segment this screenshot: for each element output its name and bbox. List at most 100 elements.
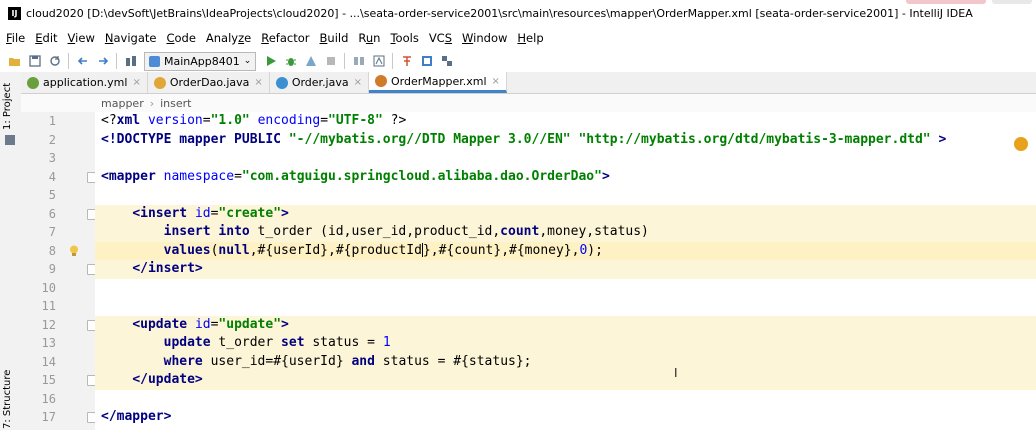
- line-number: 16: [41, 391, 56, 406]
- editor-tabs: application.yml × OrderDao.java × Order.java…: [21, 72, 1036, 94]
- code-line-1: <?xml version="1.0" encoding="UTF-8" ?>: [101, 113, 407, 128]
- window-title: cloud2020 [D:\devSoft\JetBrains\IdeaProj…: [26, 6, 973, 20]
- mouse-cursor-icon: I: [674, 366, 678, 380]
- menu-run[interactable]: Run: [358, 31, 380, 45]
- toolbar-separator: [116, 53, 117, 69]
- breadcrumb-item[interactable]: mapper: [101, 97, 144, 110]
- toolbar-separator: [392, 53, 394, 69]
- line-number: 6: [48, 206, 56, 221]
- highlight-line: [95, 260, 1036, 279]
- line-number: 5: [48, 188, 56, 202]
- coverage-icon[interactable]: [304, 55, 317, 68]
- search-everywhere-icon[interactable]: [440, 55, 453, 68]
- tab-label: OrderDao.java: [169, 76, 250, 89]
- breadcrumb-separator-icon: ›: [149, 96, 155, 110]
- tab-ordermapper-xml[interactable]: OrderMapper.xml ×: [369, 72, 507, 93]
- line-number: 9: [48, 262, 56, 276]
- minimize-button[interactable]: [906, 0, 986, 4]
- close-icon[interactable]: ×: [254, 77, 262, 88]
- menu-refactor[interactable]: Refactor: [261, 31, 309, 45]
- structure-icon[interactable]: [352, 55, 365, 68]
- tab-application-yml[interactable]: application.yml ×: [21, 72, 148, 93]
- open-icon[interactable]: [8, 55, 21, 68]
- breadcrumb: mapper › insert: [21, 94, 1036, 112]
- breadcrumb-item[interactable]: insert: [160, 97, 191, 110]
- highlight-line: [95, 371, 1036, 390]
- structure-tool-button[interactable]: 7: Structure: [2, 370, 13, 429]
- code-line-8: values(null,#{userId},#{productId},#{cou…: [163, 242, 603, 258]
- lightbulb-icon[interactable]: [69, 245, 79, 257]
- line-number: 13: [41, 336, 56, 350]
- translate-icon[interactable]: [400, 55, 413, 68]
- line-number: 1: [48, 114, 56, 128]
- app-config-icon: [149, 55, 160, 67]
- code-line-15: </update>: [132, 372, 203, 387]
- menu-analyze[interactable]: Analyze: [206, 31, 251, 45]
- line-number: 12: [41, 317, 56, 332]
- code-editor[interactable]: <?xml version="1.0" encoding="UTF-8" ?> …: [95, 112, 1036, 430]
- run-icon[interactable]: [264, 55, 277, 68]
- back-icon[interactable]: [76, 55, 89, 68]
- menu-code[interactable]: Code: [166, 31, 195, 45]
- stop-icon[interactable]: [324, 55, 337, 68]
- menu-view[interactable]: View: [68, 31, 95, 45]
- interface-icon: [153, 76, 166, 89]
- sdk-icon[interactable]: [372, 55, 385, 68]
- chevron-down-icon: ⌄: [243, 56, 252, 66]
- menu-build[interactable]: Build: [320, 31, 349, 45]
- line-number: 15: [41, 373, 56, 387]
- code-line-2: <!DOCTYPE mapper PUBLIC "-//mybatis.org/…: [101, 131, 947, 147]
- line-number: 11: [41, 299, 56, 313]
- menu-edit[interactable]: Edit: [35, 31, 57, 45]
- code-line-13: update t_order set status = 1: [163, 335, 391, 350]
- line-number: 8: [48, 243, 56, 258]
- menu-navigate[interactable]: Navigate: [105, 31, 157, 45]
- code-line-14: where user_id=#{userId} and status = #{s…: [163, 353, 532, 369]
- yml-icon: [27, 76, 39, 89]
- save-icon[interactable]: [28, 55, 41, 68]
- line-number: 3: [48, 151, 56, 165]
- run-configuration-select[interactable]: MainApp8401 ⌄: [144, 51, 257, 71]
- close-icon[interactable]: ×: [354, 77, 362, 88]
- menu-file[interactable]: File: [6, 31, 25, 45]
- xml-icon: [375, 75, 387, 87]
- editor-gutter: 1 2 3 4 5 6 7 8 9 10 11 12 13 14 15 16 17: [21, 112, 96, 430]
- line-number: 2: [48, 132, 56, 147]
- vcs-icon[interactable]: [420, 55, 433, 68]
- menu-help[interactable]: Help: [517, 31, 543, 45]
- tab-label: OrderMapper.xml: [391, 74, 487, 88]
- code-line-12: <update id="update">: [132, 316, 289, 332]
- title-bar: IJ cloud2020 [D:\devSoft\JetBrains\IdeaP…: [0, 0, 1036, 26]
- code-line-4: <mapper namespace="com.atguigu.springclo…: [101, 168, 610, 184]
- tab-orderdao-java[interactable]: OrderDao.java ×: [148, 72, 270, 93]
- tab-label: application.yml: [43, 76, 128, 89]
- class-icon: [275, 76, 288, 89]
- tab-order-java[interactable]: Order.java ×: [270, 72, 369, 93]
- tab-label: Order.java: [291, 76, 349, 89]
- chrome-browser-icon[interactable]: [1014, 137, 1028, 151]
- code-line-7: insert into t_order (id,user_id,product_…: [163, 224, 649, 239]
- menu-tools[interactable]: Tools: [390, 31, 418, 45]
- line-number: 17: [41, 410, 56, 424]
- close-icon[interactable]: ×: [132, 77, 140, 88]
- debug-icon[interactable]: [284, 55, 297, 68]
- menu-vcs[interactable]: VCS: [429, 31, 452, 45]
- close-window-button[interactable]: [992, 0, 1032, 4]
- forward-icon[interactable]: [96, 55, 109, 68]
- toolbar-separator: [68, 53, 69, 69]
- menu-bar: File Edit View Navigate Code Analyze Refactor B…: [0, 26, 1036, 50]
- code-line-9: </insert>: [132, 261, 203, 276]
- project-tool-button[interactable]: 1: Project: [2, 83, 13, 130]
- toolbar: MainApp8401 ⌄: [0, 50, 1036, 72]
- line-number: 7: [48, 225, 56, 239]
- code-line-17: </mapper>: [101, 409, 172, 424]
- code-line-6: <insert id="create">: [132, 205, 289, 221]
- run-config-label: MainApp8401: [164, 54, 240, 68]
- line-number: 14: [41, 354, 56, 369]
- close-icon[interactable]: ×: [492, 76, 500, 87]
- sync-icon[interactable]: [48, 55, 61, 68]
- build-icon[interactable]: [124, 55, 137, 68]
- intellij-logo-icon: IJ: [8, 6, 21, 20]
- menu-window[interactable]: Window: [462, 31, 507, 45]
- project-tree-icon: [5, 134, 15, 145]
